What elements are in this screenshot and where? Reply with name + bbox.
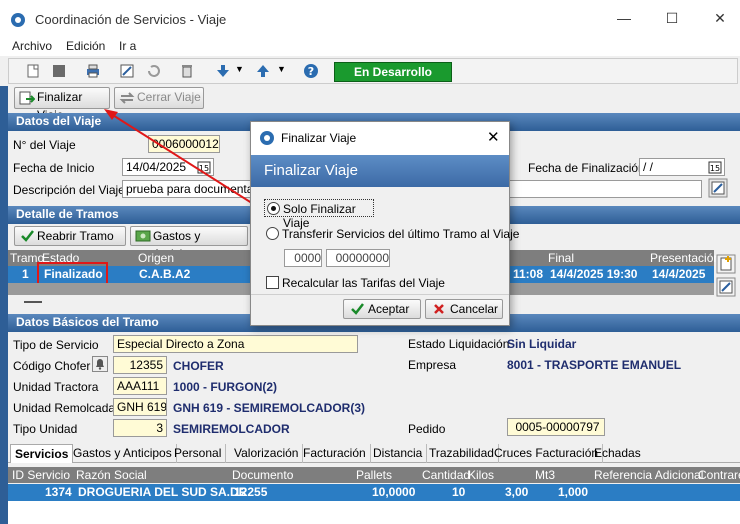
cancelar-label: Cancelar <box>450 302 499 316</box>
radio-transferir-control[interactable] <box>266 227 279 240</box>
cancel-icon <box>434 304 444 314</box>
aceptar-label: Aceptar <box>368 302 410 316</box>
recalcular-checkbox-label: Recalcular las Tarifas del Viaje <box>282 276 445 290</box>
aceptar-button[interactable]: Aceptar <box>343 299 421 319</box>
transfer-field-b[interactable]: 00000000 <box>326 249 390 267</box>
dialog-title: Finalizar Viaje <box>281 131 357 145</box>
dialog-close-icon[interactable]: ✕ <box>487 128 500 146</box>
recalcular-checkbox[interactable]: Recalcular las Tarifas del Viaje <box>264 274 504 292</box>
dialog-header: Finalizar Viaje <box>251 155 509 187</box>
radio-solo-finalizar-control[interactable] <box>267 202 280 215</box>
radio-transferir[interactable]: Transferir Servicios del último Tramo al… <box>264 225 519 243</box>
recalcular-checkbox-control[interactable] <box>266 276 279 289</box>
check-icon <box>351 303 364 315</box>
radio-transferir-label: Transferir Servicios del último Tramo al… <box>282 227 520 241</box>
finalizar-viaje-dialog: Finalizar Viaje ✕ Finalizar Viaje Solo F… <box>250 121 519 326</box>
dialog-body: Solo Finalizar Viaje Transferir Servicio… <box>251 187 519 325</box>
cancelar-button[interactable]: Cancelar <box>425 299 503 319</box>
dialog-divider <box>251 294 509 295</box>
radio-solo-finalizar[interactable]: Solo Finalizar Viaje <box>264 199 374 230</box>
app-icon <box>260 131 274 145</box>
transfer-field-a[interactable]: 0000 <box>284 249 322 267</box>
